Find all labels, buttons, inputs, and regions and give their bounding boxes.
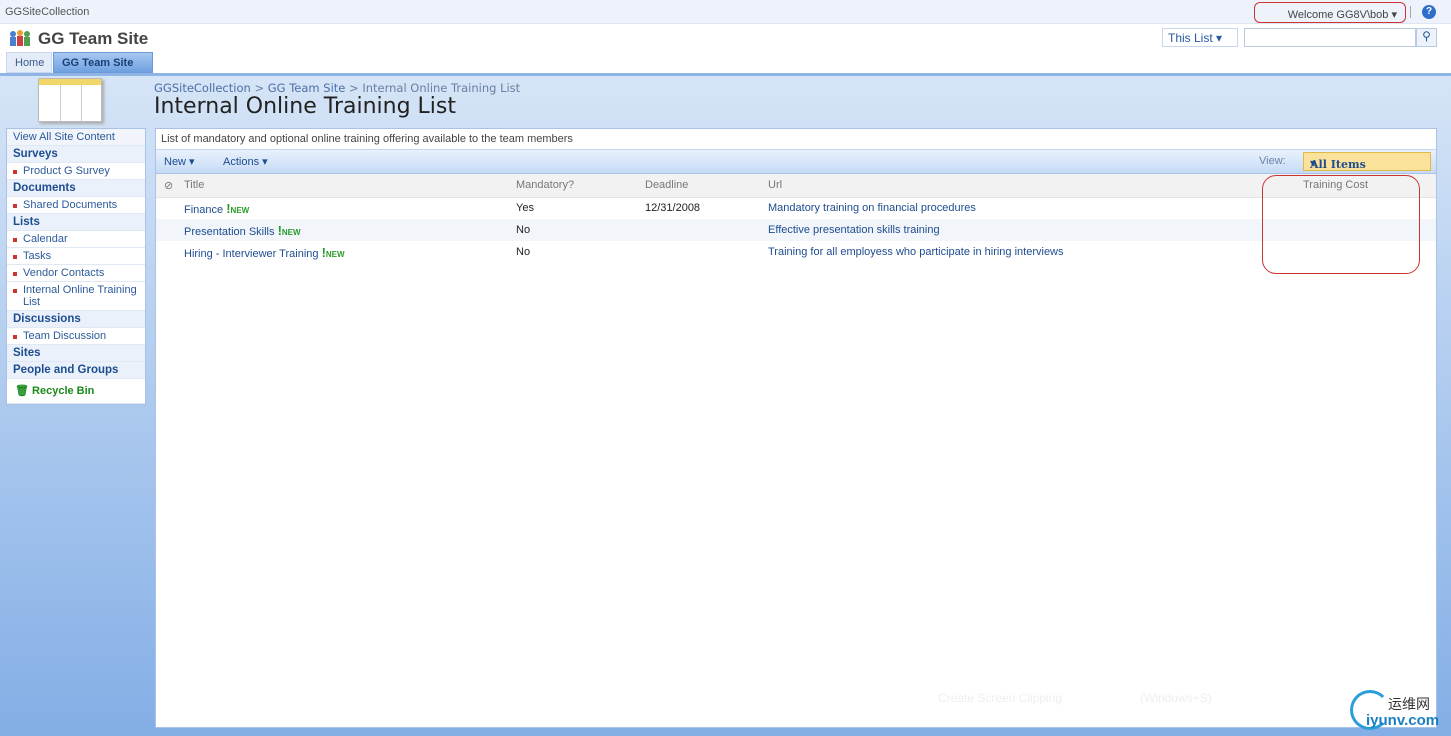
column-title[interactable]: Title bbox=[184, 174, 516, 198]
site-logo-icon bbox=[10, 30, 30, 46]
search-scope-dropdown[interactable]: This List ▾ bbox=[1162, 28, 1238, 47]
recycle-bin-link[interactable]: 🗑 Recycle Bin bbox=[7, 379, 145, 404]
search-icon[interactable]: ⚲ bbox=[1416, 28, 1437, 47]
tab-gg-team-site[interactable]: GG Team Site bbox=[53, 52, 153, 73]
item-title-link[interactable]: Finance bbox=[184, 204, 223, 216]
recycle-bin-label: Recycle Bin bbox=[32, 385, 95, 397]
nav-item[interactable]: Calendar bbox=[7, 231, 145, 248]
cell-mandatory: No bbox=[516, 219, 645, 241]
top-bar: GGSiteCollection Welcome GG8V\bob ▾ ? bbox=[0, 0, 1451, 24]
cell-mandatory: Yes bbox=[516, 202, 534, 215]
site-collection-link[interactable]: GGSiteCollection bbox=[5, 6, 89, 18]
breadcrumb: GGSiteCollection > GG Team Site > Intern… bbox=[154, 81, 520, 95]
page-title: Internal Online Training List bbox=[154, 94, 456, 119]
cell-deadline bbox=[645, 219, 768, 241]
help-icon[interactable]: ? bbox=[1422, 5, 1436, 19]
nav-heading-documents[interactable]: Documents bbox=[7, 180, 145, 197]
view-label: View: bbox=[1259, 155, 1286, 167]
attachment-icon: ⊘ bbox=[156, 174, 184, 198]
quick-launch: View All Site Content Surveys Product G … bbox=[6, 128, 146, 405]
nav-heading-discussions[interactable]: Discussions bbox=[7, 311, 145, 328]
list-toolbar: New ▾ Actions ▾ View: All Items ▼ bbox=[156, 150, 1436, 174]
item-url-link[interactable]: Effective presentation skills training bbox=[768, 224, 940, 236]
watermark-logo: 运维网 iyunv.com bbox=[1350, 688, 1450, 734]
nav-heading-sites[interactable]: Sites bbox=[7, 345, 145, 362]
column-deadline[interactable]: Deadline bbox=[645, 174, 768, 198]
list-icon bbox=[38, 78, 102, 122]
nav-item[interactable]: Vendor Contacts bbox=[7, 265, 145, 282]
table-row: Finance !NEW Yes 12/31/2008 Mandatory tr… bbox=[156, 197, 1436, 219]
new-badge: !NEW bbox=[321, 244, 345, 260]
breadcrumb-current: Internal Online Training List bbox=[362, 81, 521, 95]
cell-mandatory: No bbox=[516, 246, 531, 258]
new-badge: !NEW bbox=[226, 200, 250, 216]
list-panel: List of mandatory and optional online tr… bbox=[155, 128, 1437, 728]
table-row: Presentation Skills !NEW No Effective pr… bbox=[156, 219, 1436, 241]
site-header: GG Team Site This List ▾ ⚲ bbox=[0, 24, 1451, 74]
breadcrumb-sep: > bbox=[250, 81, 268, 95]
breadcrumb-link[interactable]: GG Team Site bbox=[268, 81, 346, 95]
item-title-link[interactable]: Hiring - Interviewer Training bbox=[184, 248, 319, 260]
item-title-link[interactable]: Presentation Skills bbox=[184, 226, 275, 238]
chevron-down-icon: ▼ bbox=[1310, 158, 1317, 168]
column-url[interactable]: Url bbox=[768, 174, 1303, 198]
tab-home[interactable]: Home bbox=[6, 52, 52, 73]
nav-item[interactable]: Product G Survey bbox=[7, 163, 145, 180]
new-menu[interactable]: New ▾ bbox=[164, 155, 195, 168]
column-mandatory[interactable]: Mandatory? bbox=[516, 174, 645, 198]
divider bbox=[1410, 6, 1411, 18]
table-row: Hiring - Interviewer Training !NEW No Tr… bbox=[156, 241, 1436, 263]
nav-heading-surveys[interactable]: Surveys bbox=[7, 146, 145, 163]
new-badge: !NEW bbox=[277, 222, 301, 238]
cell-deadline: 12/31/2008 bbox=[645, 202, 701, 215]
site-title[interactable]: GG Team Site bbox=[38, 29, 148, 49]
screen-clipping-hint: Create Screen Clipping bbox=[938, 691, 1063, 705]
item-url-link[interactable]: Training for all employess who participa… bbox=[768, 246, 1064, 258]
list-description: List of mandatory and optional online tr… bbox=[156, 129, 1436, 150]
actions-menu[interactable]: Actions ▾ bbox=[223, 155, 268, 168]
view-all-site-content[interactable]: View All Site Content bbox=[7, 129, 145, 146]
nav-heading-lists[interactable]: Lists bbox=[7, 214, 145, 231]
nav-item[interactable]: Internal Online Training List bbox=[7, 282, 145, 311]
recycle-bin-icon: 🗑 bbox=[15, 385, 33, 397]
list-table: ⊘ Title Mandatory? Deadline Url Training… bbox=[156, 174, 1436, 263]
view-selector[interactable]: All Items ▼ bbox=[1303, 152, 1431, 171]
breadcrumb-link[interactable]: GGSiteCollection bbox=[154, 81, 251, 95]
nav-item[interactable]: Shared Documents bbox=[7, 197, 145, 214]
item-url-link[interactable]: Mandatory training on financial procedur… bbox=[768, 202, 976, 214]
welcome-menu[interactable]: Welcome GG8V\bob ▾ bbox=[1254, 2, 1406, 23]
view-value: All Items bbox=[1310, 158, 1366, 171]
nav-heading-people-groups[interactable]: People and Groups bbox=[7, 362, 145, 379]
breadcrumb-sep: > bbox=[345, 81, 363, 95]
screen-clipping-shortcut: (Windows+S) bbox=[1140, 691, 1212, 705]
nav-item[interactable]: Tasks bbox=[7, 248, 145, 265]
search-input[interactable] bbox=[1244, 28, 1416, 47]
cell-deadline bbox=[645, 241, 768, 263]
table-header: ⊘ Title Mandatory? Deadline Url Training… bbox=[156, 174, 1436, 198]
annotation-circle bbox=[1262, 175, 1420, 274]
nav-item[interactable]: Team Discussion bbox=[7, 328, 145, 345]
